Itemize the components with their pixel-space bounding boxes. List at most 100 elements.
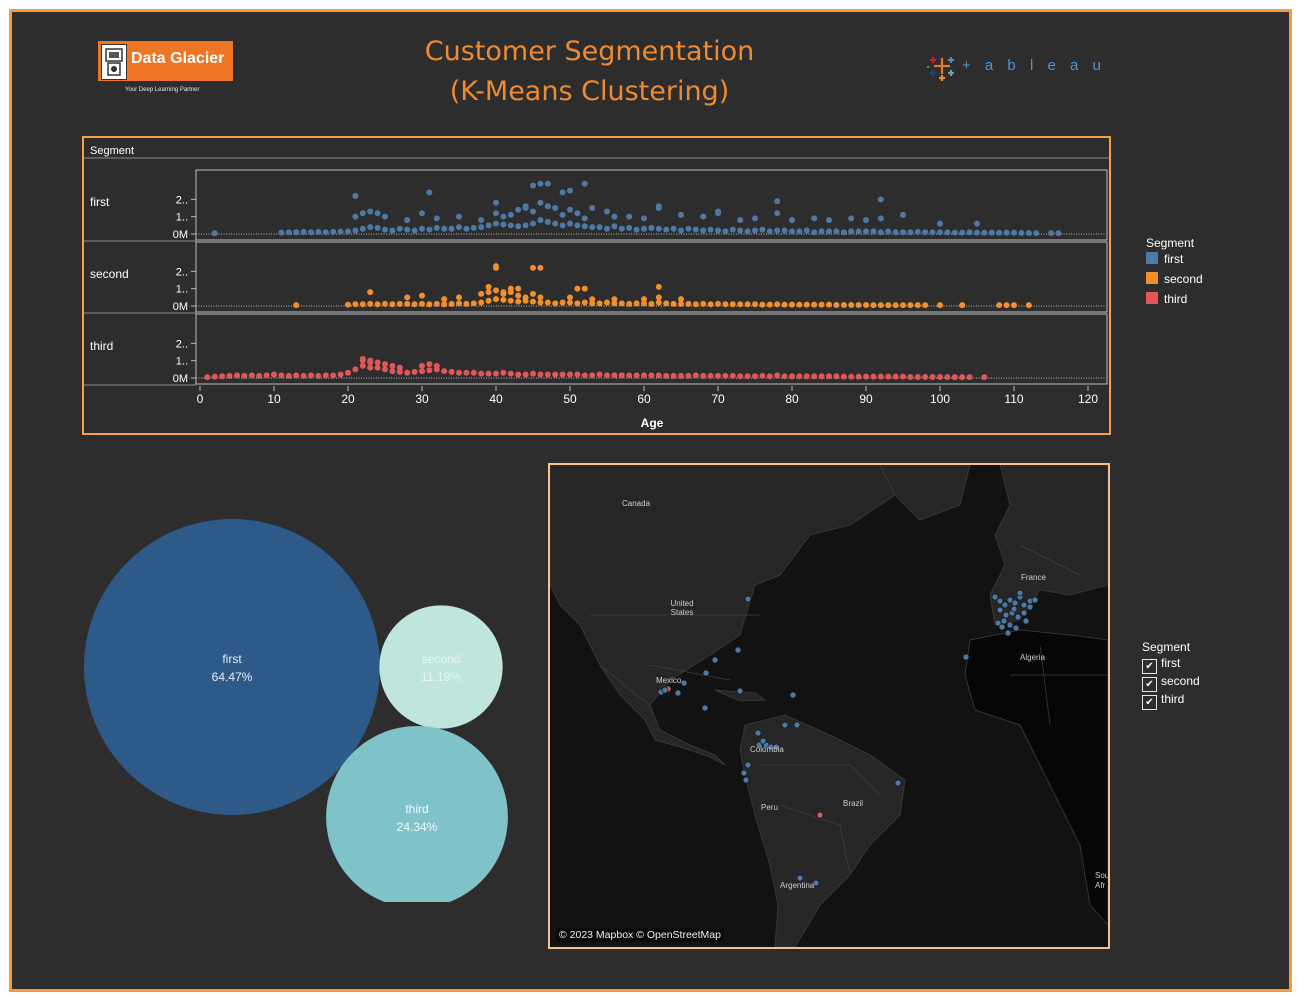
map-customer-point[interactable] <box>1006 621 1014 629</box>
data-point-third <box>359 357 366 364</box>
map-customer-point[interactable] <box>702 669 710 677</box>
data-point-second <box>433 300 440 307</box>
data-point-second <box>766 301 773 308</box>
map-customer-point[interactable] <box>781 721 789 729</box>
data-point-third <box>552 371 559 378</box>
data-point-second <box>500 289 507 296</box>
data-point-first <box>530 208 536 215</box>
map-customer-point[interactable] <box>1014 613 1022 621</box>
map-customer-point[interactable] <box>1011 599 1019 607</box>
map-customer-point[interactable] <box>1020 609 1028 617</box>
data-point-first <box>877 196 884 203</box>
data-point-first <box>537 180 544 187</box>
map-customer-point[interactable] <box>1012 624 1020 632</box>
map-customer-point[interactable] <box>674 689 682 697</box>
map-attribution[interactable]: © 2023 Mapbox © OpenStreetMap <box>556 928 724 942</box>
legend-item-third[interactable]: third <box>1146 292 1187 310</box>
bubble-label-third: third <box>405 802 428 816</box>
map-customer-point[interactable] <box>734 646 742 654</box>
data-point-first <box>500 213 507 220</box>
map-customer-point[interactable] <box>1000 617 1008 625</box>
map-customer-point[interactable] <box>1020 601 1028 609</box>
legend-item-second[interactable]: second <box>1146 272 1203 290</box>
customer-map[interactable]: Canada United States Mexico Colombia Per… <box>548 463 1110 949</box>
filter-item-first[interactable]: ✔ first <box>1142 656 1180 674</box>
filter-item-second[interactable]: ✔ second <box>1142 674 1200 692</box>
data-point-first <box>596 224 603 231</box>
segment-color-legend: Segment first second third <box>1146 236 1266 316</box>
data-point-first <box>544 203 551 210</box>
map-customer-point[interactable] <box>742 776 750 784</box>
data-point-first <box>863 228 869 235</box>
filter-item-third[interactable]: ✔ third <box>1142 692 1184 710</box>
legend-swatch-first <box>1146 252 1158 264</box>
data-point-second <box>670 300 677 307</box>
map-customer-point[interactable] <box>991 593 999 601</box>
map-customer-point[interactable] <box>744 761 752 769</box>
data-point-first <box>678 211 684 218</box>
map-customer-point[interactable] <box>789 691 797 699</box>
data-point-second <box>359 301 366 308</box>
map-customer-point[interactable] <box>894 779 902 787</box>
map-customer-point[interactable] <box>1031 596 1039 604</box>
data-point-first <box>641 225 647 232</box>
checkbox-second[interactable]: ✔ <box>1142 677 1157 692</box>
data-point-second <box>707 301 714 308</box>
map-customer-point[interactable] <box>793 721 801 729</box>
bubble-second[interactable] <box>379 605 503 729</box>
data-point-third <box>559 371 566 378</box>
data-point-second <box>426 301 433 308</box>
map-customer-point[interactable] <box>744 595 752 603</box>
data-point-second <box>655 294 662 301</box>
map-customer-point[interactable] <box>661 686 669 694</box>
data-point-third <box>811 373 818 380</box>
map-customer-point[interactable] <box>736 687 744 695</box>
data-point-third <box>870 373 877 380</box>
data-point-first <box>322 229 329 236</box>
data-point-third <box>463 369 470 376</box>
data-point-second <box>493 287 499 294</box>
map-customer-point[interactable] <box>1022 617 1030 625</box>
data-point-first <box>352 213 359 220</box>
data-point-second <box>737 301 744 308</box>
data-point-third <box>278 372 285 379</box>
map-customer-point[interactable] <box>996 597 1004 605</box>
map-customer-point[interactable] <box>1016 589 1024 597</box>
bubble-first[interactable] <box>84 519 380 815</box>
map-customer-point[interactable] <box>962 653 970 661</box>
y-tick-label: 0M <box>173 373 188 385</box>
data-point-second <box>382 300 388 307</box>
map-label-france: France <box>1021 573 1046 582</box>
data-point-second <box>404 294 411 301</box>
checkbox-third[interactable]: ✔ <box>1142 695 1157 710</box>
map-customer-point[interactable] <box>1004 629 1012 637</box>
world-map-svg <box>550 465 1108 947</box>
data-point-third <box>959 374 966 381</box>
map-customer-point[interactable] <box>998 623 1006 631</box>
data-point-second <box>374 301 381 308</box>
map-customer-point[interactable] <box>1002 611 1010 619</box>
data-point-first <box>929 229 936 236</box>
checkbox-first[interactable]: ✔ <box>1142 659 1157 674</box>
map-customer-point[interactable] <box>711 656 719 664</box>
map-customer-point[interactable] <box>1010 605 1018 613</box>
legend-swatch-third <box>1146 292 1158 304</box>
map-label-south-africa-1: Sou <box>1095 871 1110 880</box>
legend-item-first[interactable]: first <box>1146 252 1183 270</box>
map-customer-point[interactable] <box>701 704 709 712</box>
data-point-second <box>744 301 751 308</box>
map-customer-point[interactable] <box>680 679 688 687</box>
data-point-third <box>419 368 425 375</box>
map-customer-point[interactable] <box>740 769 748 777</box>
map-customer-point[interactable] <box>1026 603 1034 611</box>
map-customer-point[interactable] <box>754 729 762 737</box>
data-point-first <box>626 224 633 231</box>
map-customer-point[interactable] <box>996 606 1004 614</box>
data-point-second <box>463 300 470 307</box>
map-customer-point[interactable] <box>816 811 824 819</box>
map-customer-point[interactable] <box>1001 601 1009 609</box>
age-segment-chart[interactable]: Segment first 2.. 1.. 0M second 2.. 1.. 0M third 2… <box>82 136 1111 435</box>
data-point-second <box>515 285 522 292</box>
map-customer-point[interactable] <box>759 737 767 745</box>
data-point-first <box>789 228 795 235</box>
